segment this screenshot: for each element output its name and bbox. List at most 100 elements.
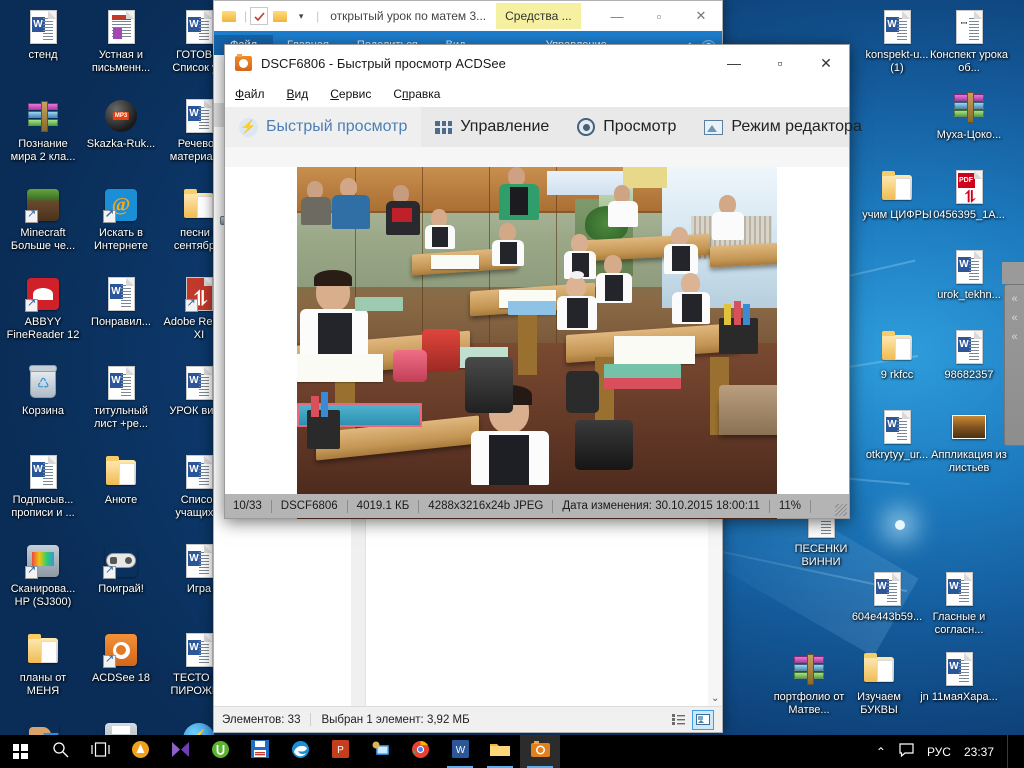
acdsee-mode-eye[interactable]: Просмотр (563, 107, 690, 147)
chevron-left-icon[interactable]: « (1011, 293, 1017, 305)
desktop-icon[interactable]: Wotkrytyy_ur... (858, 406, 936, 462)
taskbar-app-1[interactable] (120, 735, 160, 768)
windows-logo (12, 744, 28, 759)
desktop-icon[interactable]: Устная и письменн... (82, 6, 160, 74)
show-desktop-button[interactable] (1007, 735, 1015, 768)
desktop-icon[interactable]: @Искать в Интернете (82, 184, 160, 252)
chevron-left-icon[interactable]: « (1011, 331, 1017, 343)
acdsee-close-button[interactable]: ✕ (803, 45, 849, 81)
explorer-maximize-button[interactable]: ▫ (638, 1, 680, 31)
quick-access-folder-icon[interactable] (220, 7, 238, 25)
taskbar-app-3[interactable] (200, 735, 240, 768)
separator: | (244, 9, 248, 23)
desktop-icon[interactable]: W 98682357 (930, 326, 1008, 382)
taskbar-app-5[interactable] (280, 735, 320, 768)
acdsee-minimize-button[interactable]: — (711, 45, 757, 81)
desktop-icon[interactable]: портфолио от Матве... (770, 648, 848, 716)
right-panel-tab[interactable] (1002, 262, 1024, 284)
acdsee-menu-item[interactable]: Файл (235, 87, 265, 101)
word-doc-icon: W (848, 568, 926, 610)
taskbar-app-7[interactable] (360, 735, 400, 768)
desktop-icon[interactable]: Корзина (4, 362, 82, 418)
desktop-icon[interactable]: Wurok_tekhn... (930, 246, 1008, 302)
acdsee-menu-item[interactable]: Справка (393, 87, 440, 101)
show-hidden-icons-button[interactable]: ⌃ (876, 745, 886, 759)
acdsee-titlebar[interactable]: DSCF6806 - Быстрый просмотр ACDSee — ▫ ✕ (225, 45, 849, 81)
chevron-left-icon[interactable]: « (1011, 312, 1017, 324)
acdsee-window-controls[interactable]: — ▫ ✕ (711, 45, 849, 81)
desktop-icon[interactable]: MP3 Skazka-Ruk... (82, 95, 160, 151)
search-button[interactable] (40, 735, 80, 768)
explorer-close-button[interactable]: ✕ (680, 1, 722, 31)
acdsee-maximize-button[interactable]: ▫ (757, 45, 803, 81)
large-icons-view-button[interactable] (692, 709, 714, 730)
desktop-icon[interactable]: ABBYY FineReader 12 (4, 273, 82, 341)
desktop-icon-label: 0456395_1A... (933, 209, 1005, 221)
explorer-titlebar[interactable]: | ▾ | открытый урок по матем 3... Средст… (214, 1, 722, 31)
quick-access-folder2-icon[interactable] (271, 7, 289, 25)
system-tray[interactable]: ⌃ РУС 23:37 (876, 735, 1024, 768)
desktop-icon-label: Поиграй! (98, 583, 144, 595)
desktop-icon-label: учим ЦИФРЫ (862, 209, 932, 221)
desktop-icon[interactable]: 9 rkfcc (858, 326, 936, 382)
desktop-icon[interactable]: W Гласные и согласн... (920, 568, 998, 636)
acdsee-mode-picture[interactable]: Режим редактора (690, 107, 875, 147)
right-docked-panel[interactable]: « « « (1004, 284, 1024, 446)
taskbar-app-acdsee[interactable] (520, 735, 560, 768)
taskbar-app-8[interactable] (400, 735, 440, 768)
language-indicator[interactable]: РУС (927, 745, 951, 759)
desktop-icon[interactable]: Wjn 11маяХара... (920, 648, 998, 704)
start-button[interactable] (0, 735, 40, 768)
task-view-button[interactable] (80, 735, 120, 768)
desktop-icon[interactable]: Анюте (82, 451, 160, 507)
scroll-down-icon[interactable]: ⌄ (711, 693, 719, 704)
desktop-icon[interactable]: Wkonspekt-u... (1) (858, 6, 936, 74)
taskbar-app-2[interactable] (160, 735, 200, 768)
desktop-icon[interactable]: учим ЦИФРЫ (858, 166, 936, 222)
acdsee-mode-bolt[interactable]: ⚡ Быстрый просмотр (225, 107, 422, 147)
pin-icon[interactable] (250, 7, 269, 25)
view-mode-buttons[interactable] (667, 709, 714, 730)
chevron-down-icon[interactable]: ▾ (292, 7, 310, 25)
desktop-icon[interactable]: Minecraft Больше че... (4, 184, 82, 252)
explorer-window-controls[interactable]: — ▫ ✕ (596, 1, 722, 31)
details-view-button[interactable] (667, 710, 689, 730)
explorer-context-tab[interactable]: Средства ... (496, 3, 581, 29)
desktop-icon[interactable]: PDF ⥮ 0456395_1A... (930, 166, 1008, 222)
desktop-icon[interactable]: Муха-Цоко... (930, 86, 1008, 142)
desktop-icon[interactable]: W Понравил... (82, 273, 160, 329)
desktop-icon[interactable]: "" Конспект урока об... (930, 6, 1008, 74)
word-icon: W (451, 740, 469, 763)
pdf-file-icon: PDF ⥮ (930, 166, 1008, 208)
image-file-icon (930, 406, 1008, 448)
desktop-icon[interactable]: W Подписыв... прописи и ... (4, 451, 82, 519)
acdsee-window[interactable]: DSCF6806 - Быстрый просмотр ACDSee — ▫ ✕… (224, 44, 862, 519)
desktop-icon[interactable]: ACDSee 18 (82, 629, 160, 685)
explorer-minimize-button[interactable]: — (596, 1, 638, 31)
desktop-icon[interactable]: Изучаем БУКВЫ (840, 648, 918, 716)
desktop-icon[interactable]: Wтитульный лист +ре... (82, 362, 160, 430)
desktop-icon[interactable]: Поиграй! (82, 540, 160, 596)
acdsee-photo-viewport[interactable] (225, 167, 849, 519)
acdsee-menu-item[interactable]: Сервис (330, 87, 371, 101)
desktop-icon[interactable]: Познание мира 2 кла... (4, 95, 82, 163)
notification-center-icon[interactable] (899, 743, 914, 760)
desktop-icon[interactable]: W 604e443b59... (848, 568, 926, 624)
desktop-icon[interactable]: Аппликация из листьев (930, 406, 1008, 474)
desktop-icon[interactable]: планы от МЕНЯ (4, 629, 82, 697)
taskbar-app-explorer[interactable] (480, 735, 520, 768)
acdsee-mode-grid[interactable]: Управление (421, 107, 563, 147)
taskbar-app-4[interactable] (240, 735, 280, 768)
taskbar-app-6[interactable]: P (320, 735, 360, 768)
resize-grip[interactable] (835, 504, 847, 516)
taskbar[interactable]: P W ⌃ РУС 23:37 (0, 735, 1024, 768)
taskbar-app-word[interactable]: W (440, 735, 480, 768)
desktop-icon[interactable]: Сканирова... HP (SJ300) (4, 540, 82, 608)
taskbar-clock[interactable]: 23:37 (964, 745, 994, 759)
acdsee-menubar[interactable]: Файл Вид Сервис Справка (225, 81, 849, 107)
desktop-icon[interactable]: Wстенд (4, 6, 82, 62)
explorer-title-text: открытый урок по матем 3... (330, 9, 487, 23)
acdsee-mode-label: Режим редактора (731, 118, 862, 135)
acdsee-menu-item[interactable]: Вид (287, 87, 309, 101)
acdsee-mode-bar[interactable]: ⚡ Быстрый просмотр Управление Просмотр Режим… (225, 107, 862, 147)
